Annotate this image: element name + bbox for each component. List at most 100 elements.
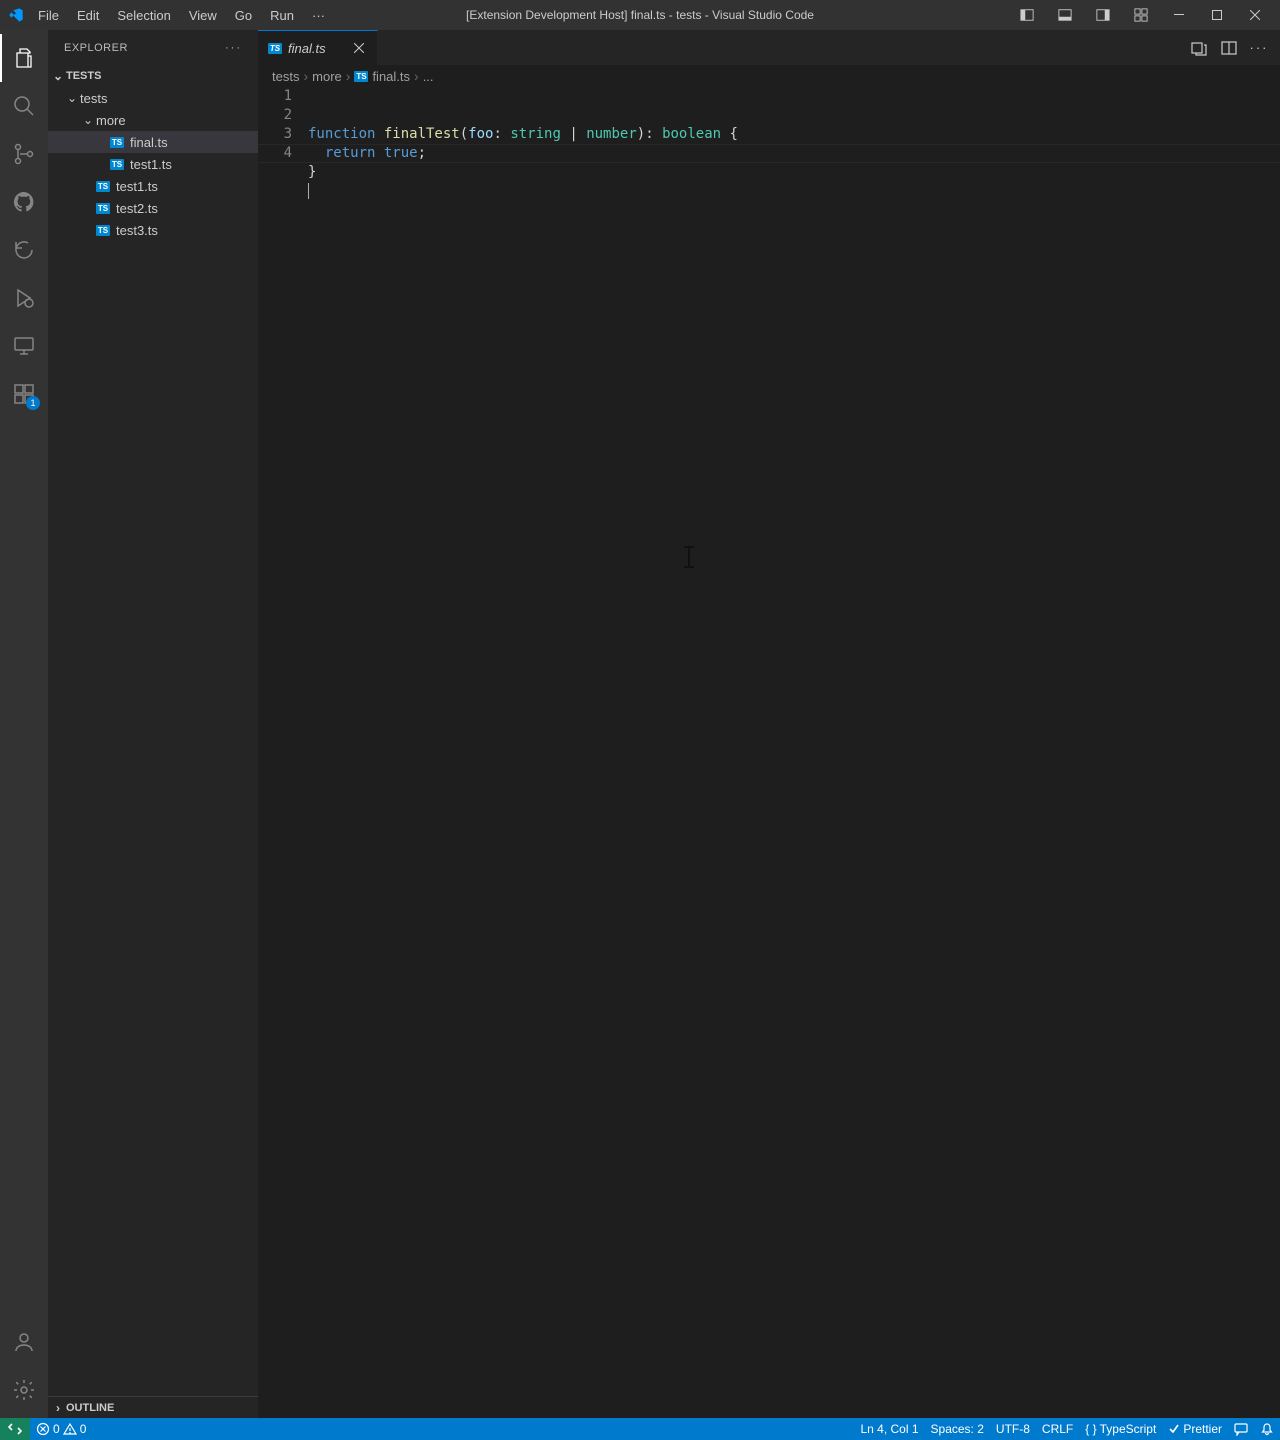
menu-run[interactable]: Run [262,4,302,27]
code-line[interactable]: return true; [308,144,1280,163]
extensions-badge: 1 [26,396,40,410]
status-prettier[interactable]: Prettier [1162,1418,1228,1440]
status-feedback[interactable] [1228,1418,1254,1440]
line-number: 3 [258,125,292,144]
code-line[interactable] [308,182,1280,201]
activity-run-debug[interactable] [0,274,48,322]
editor-area: TS final.ts ··· tests › more › TS [258,30,1280,1418]
tab-label: final.ts [288,41,326,56]
activity-search[interactable] [0,82,48,130]
activity-source-control[interactable] [0,130,48,178]
status-language-mode[interactable]: { } TypeScript [1079,1418,1162,1440]
status-notifications[interactable] [1254,1418,1280,1440]
tree-label: test2.ts [116,201,158,216]
activity-bar: 1 [0,30,48,1418]
titlebar-right [1010,0,1272,30]
tabs-bar: TS final.ts ··· [258,30,1280,65]
vscode-logo-icon [8,7,24,23]
status-encoding[interactable]: UTF-8 [990,1418,1036,1440]
chevron-right-icon: › [303,68,308,84]
breadcrumb-more[interactable]: more [312,69,342,84]
menu-file[interactable]: File [30,4,67,27]
sidebar-more-icon[interactable]: ··· [225,42,242,54]
status-error-count: 0 [53,1422,60,1436]
menu-selection[interactable]: Selection [109,4,178,27]
code-line[interactable]: function finalTest(foo: string | number)… [308,125,1280,144]
customize-layout-icon[interactable] [1124,0,1158,30]
tree-file[interactable]: TS test1.ts [48,175,258,197]
code-content[interactable]: function finalTest(foo: string | number)… [308,87,1280,1418]
main-area: 1 EXPLORER ··· ⌄ TESTS ⌄tests⌄moreTSfina… [0,30,1280,1418]
tree-folder[interactable]: ⌄more [48,109,258,131]
activity-bottom [0,1318,48,1414]
breadcrumbs[interactable]: tests › more › TS final.ts › ... [258,65,1280,87]
sidebar-title: EXPLORER [64,42,128,54]
editor-body[interactable]: 1234 function finalTest(foo: string | nu… [258,87,1280,1418]
typescript-file-icon: TS [354,71,368,82]
status-eol[interactable]: CRLF [1036,1418,1079,1440]
menu-bar: File Edit Selection View Go Run ··· [30,4,333,27]
breadcrumb-symbol[interactable]: ... [423,69,434,84]
menu-more[interactable]: ··· [304,4,333,27]
chevron-down-icon: ⌄ [80,113,96,127]
maximize-button[interactable] [1200,0,1234,30]
layout-sidebar-left-icon[interactable] [1010,0,1044,30]
chevron-right-icon: › [50,1401,66,1415]
activity-settings[interactable] [0,1366,48,1414]
activity-remote-explorer[interactable] [0,322,48,370]
file-tree: ⌄tests⌄moreTSfinal.tsTStest1.tsTStest1.t… [48,87,258,1396]
activity-accounts[interactable] [0,1318,48,1366]
close-button[interactable] [1238,0,1272,30]
editor-more-icon[interactable]: ··· [1248,37,1270,59]
text-cursor-icon [688,547,690,567]
line-number: 1 [258,87,292,106]
status-problems[interactable]: 0 0 [30,1418,92,1440]
outline-label: OUTLINE [66,1402,114,1414]
breadcrumb-file[interactable]: final.ts [372,69,410,84]
editor-cursor [308,183,309,199]
split-editor-icon[interactable] [1218,37,1240,59]
menu-edit[interactable]: Edit [69,4,107,27]
activity-explorer[interactable] [0,34,48,82]
menu-view[interactable]: View [181,4,225,27]
tree-file[interactable]: TStest3.ts [48,219,258,241]
tree-label: more [96,113,126,128]
activity-timeline[interactable] [0,226,48,274]
typescript-file-icon: TS [110,137,124,148]
activity-extensions[interactable]: 1 [0,370,48,418]
status-indentation[interactable]: Spaces: 2 [925,1418,990,1440]
tree-file[interactable]: TStest2.ts [48,197,258,219]
line-number: 2 [258,106,292,125]
line-number-gutter: 1234 [258,87,308,1418]
tree-file[interactable]: TS final.ts [48,131,258,153]
titlebar: File Edit Selection View Go Run ··· [Ext… [0,0,1280,30]
tab-final-ts[interactable]: TS final.ts [258,30,378,65]
tree-file[interactable]: TStest1.ts [48,153,258,175]
status-right: Ln 4, Col 1 Spaces: 2 UTF-8 CRLF { } Typ… [854,1418,1280,1440]
status-remote-button[interactable] [0,1418,30,1440]
window-title: [Extension Development Host] final.ts - … [466,8,814,22]
tree-label: test1.ts [116,179,158,194]
code-line[interactable]: } [308,163,1280,182]
line-number: 4 [258,144,292,163]
tree-label: test3.ts [116,223,158,238]
outline-section[interactable]: › OUTLINE [48,1396,258,1418]
sidebar-header: EXPLORER ··· [48,30,258,65]
tree-label: tests [80,91,107,106]
compare-changes-icon[interactable] [1188,37,1210,59]
tree-folder[interactable]: ⌄tests [48,87,258,109]
typescript-file-icon: TS [96,181,110,192]
layout-panel-icon[interactable] [1048,0,1082,30]
menu-go[interactable]: Go [227,4,260,27]
tab-close-icon[interactable] [351,40,367,56]
sidebar-folder-root[interactable]: ⌄ TESTS [48,65,258,87]
tree-label: final.ts [130,135,168,150]
typescript-file-icon: TS [110,159,124,170]
typescript-file-icon: TS [268,43,282,54]
minimize-button[interactable] [1162,0,1196,30]
tabs-actions: ··· [1188,30,1280,65]
status-cursor-position[interactable]: Ln 4, Col 1 [854,1418,924,1440]
layout-sidebar-right-icon[interactable] [1086,0,1120,30]
breadcrumb-tests[interactable]: tests [272,69,299,84]
activity-github[interactable] [0,178,48,226]
